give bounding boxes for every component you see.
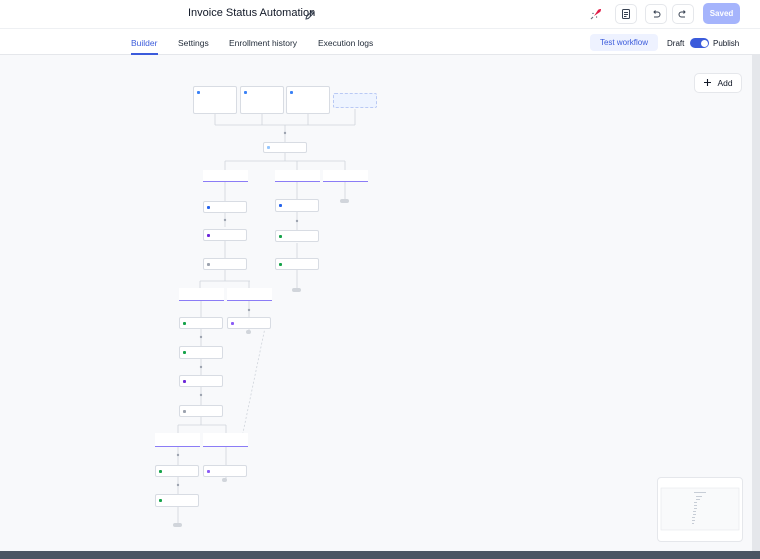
action-node[interactable] xyxy=(203,201,247,213)
plus-icon xyxy=(703,78,712,89)
branch-node[interactable] xyxy=(275,170,320,182)
workflow-canvas[interactable] xyxy=(0,55,752,551)
action-node[interactable] xyxy=(275,258,319,270)
branch-node[interactable] xyxy=(155,433,200,447)
test-workflow-button[interactable]: Test workflow xyxy=(590,34,658,51)
action-node[interactable] xyxy=(275,199,319,212)
end-marker xyxy=(292,288,301,292)
action-node[interactable] xyxy=(179,317,223,329)
add-trigger-node[interactable] xyxy=(333,93,377,108)
trigger-node[interactable] xyxy=(193,86,237,114)
end-marker xyxy=(173,523,182,527)
scrollbar-vertical[interactable] xyxy=(752,55,760,551)
end-marker xyxy=(222,478,227,482)
rocket-icon[interactable] xyxy=(586,4,606,24)
tab-builder[interactable]: Builder xyxy=(131,38,157,48)
tab-bar: Builder Settings Enrollment history Exec… xyxy=(0,28,760,55)
action-node[interactable] xyxy=(155,494,199,507)
action-node[interactable] xyxy=(179,346,223,359)
add-button-label: Add xyxy=(717,78,733,88)
document-icon[interactable] xyxy=(615,4,637,24)
tab-execution-logs[interactable]: Execution logs xyxy=(318,38,373,48)
saved-button[interactable]: Saved xyxy=(703,3,740,24)
workflow-title: Invoice Status Automation xyxy=(188,7,316,19)
action-node[interactable] xyxy=(227,317,271,329)
branch-node[interactable] xyxy=(323,170,368,182)
end-marker xyxy=(246,330,251,334)
action-node[interactable] xyxy=(179,405,223,417)
pencil-icon[interactable] xyxy=(304,8,316,20)
action-node[interactable] xyxy=(179,375,223,387)
trigger-node[interactable] xyxy=(286,86,330,114)
end-marker xyxy=(340,199,349,203)
publish-toggle[interactable] xyxy=(690,38,709,48)
undo-icon[interactable] xyxy=(645,4,667,24)
action-node[interactable] xyxy=(275,230,319,242)
branch-node[interactable] xyxy=(227,288,272,301)
draft-label: Draft xyxy=(667,39,685,48)
minimap[interactable] xyxy=(657,477,743,542)
minimap-preview xyxy=(660,487,740,531)
add-button[interactable]: Add xyxy=(694,73,742,93)
action-node[interactable] xyxy=(203,229,247,241)
action-node[interactable] xyxy=(155,465,199,477)
branch-node[interactable] xyxy=(203,170,248,182)
workflow-connectors xyxy=(176,109,356,523)
trigger-node[interactable] xyxy=(240,86,284,114)
bottom-bar xyxy=(0,551,760,559)
branch-node[interactable] xyxy=(203,433,248,447)
publish-label: Publish xyxy=(713,39,740,48)
branch-node[interactable] xyxy=(179,288,224,301)
action-node[interactable] xyxy=(203,258,247,270)
condition-node[interactable] xyxy=(263,142,307,153)
top-bar: Invoice Status Automation Saved xyxy=(0,0,760,28)
tab-enrollment-history[interactable]: Enrollment history xyxy=(229,38,297,48)
redo-icon[interactable] xyxy=(672,4,694,24)
action-node[interactable] xyxy=(203,465,247,477)
tab-settings[interactable]: Settings xyxy=(178,38,209,48)
